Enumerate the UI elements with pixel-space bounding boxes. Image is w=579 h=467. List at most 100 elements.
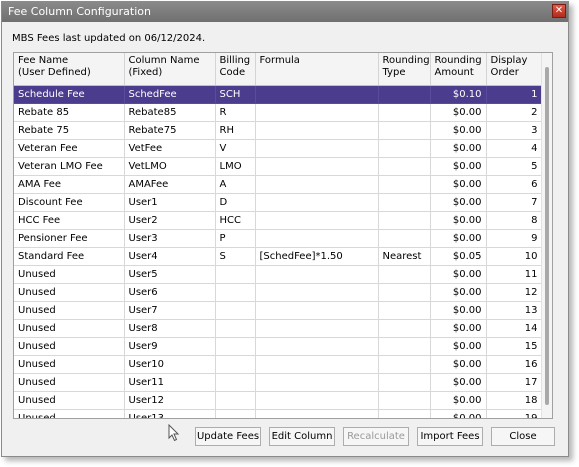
table-cell[interactable]: Nearest: [378, 247, 431, 266]
table-row[interactable]: Unused User8 $0.00 14: [14, 319, 543, 338]
vertical-scrollbar[interactable]: [541, 53, 552, 418]
table-cell[interactable]: User13: [124, 409, 216, 418]
table-cell[interactable]: 5: [486, 157, 543, 176]
fee-columns-grid[interactable]: Fee Name (User Defined) Column Name (Fixed)…: [13, 52, 553, 419]
table-cell[interactable]: 13: [486, 301, 543, 320]
table-cell[interactable]: A: [215, 175, 256, 194]
table-cell[interactable]: [255, 337, 379, 356]
table-cell[interactable]: [255, 85, 379, 104]
table-cell[interactable]: $0.00: [430, 211, 487, 230]
table-cell[interactable]: User10: [124, 355, 216, 374]
table-cell[interactable]: [378, 265, 431, 284]
table-cell[interactable]: [255, 283, 379, 302]
table-cell[interactable]: $0.05: [430, 247, 487, 266]
table-cell[interactable]: 14: [486, 319, 543, 338]
table-cell[interactable]: [378, 301, 431, 320]
table-cell[interactable]: [215, 391, 256, 410]
table-row[interactable]: Unused User11 $0.00 17: [14, 373, 543, 392]
edit-column-button[interactable]: Edit Column: [269, 427, 335, 446]
table-row[interactable]: Pensioner Fee User3 P $0.00 9: [14, 229, 543, 248]
table-cell[interactable]: User9: [124, 337, 216, 356]
table-cell[interactable]: Unused: [14, 319, 125, 338]
table-cell[interactable]: [255, 157, 379, 176]
table-cell[interactable]: 12: [486, 283, 543, 302]
table-cell[interactable]: LMO: [215, 157, 256, 176]
table-cell[interactable]: R: [215, 103, 256, 122]
table-cell[interactable]: [215, 373, 256, 392]
table-row[interactable]: HCC Fee User2 HCC $0.00 8: [14, 211, 543, 230]
update-fees-button[interactable]: Update Fees: [195, 427, 261, 446]
table-row[interactable]: Unused User10 $0.00 16: [14, 355, 543, 374]
table-cell[interactable]: [378, 283, 431, 302]
table-cell[interactable]: Schedule Fee: [14, 85, 125, 104]
column-header[interactable]: Display Order: [486, 53, 543, 86]
table-cell[interactable]: [215, 409, 256, 418]
table-cell[interactable]: [255, 355, 379, 374]
table-cell[interactable]: 18: [486, 391, 543, 410]
table-cell[interactable]: Veteran Fee: [14, 139, 125, 158]
table-row[interactable]: Unused User5 $0.00 11: [14, 265, 543, 284]
table-cell[interactable]: D: [215, 193, 256, 212]
table-cell[interactable]: $0.00: [430, 175, 487, 194]
table-cell[interactable]: VetFee: [124, 139, 216, 158]
table-cell[interactable]: [215, 337, 256, 356]
table-cell[interactable]: Unused: [14, 283, 125, 302]
table-cell[interactable]: [255, 139, 379, 158]
table-cell[interactable]: [378, 139, 431, 158]
table-cell[interactable]: S: [215, 247, 256, 266]
table-row[interactable]: Veteran Fee VetFee V $0.00 4: [14, 139, 543, 158]
table-cell[interactable]: $0.00: [430, 337, 487, 356]
table-cell[interactable]: [378, 355, 431, 374]
table-cell[interactable]: SCH: [215, 85, 256, 104]
table-cell[interactable]: User8: [124, 319, 216, 338]
table-cell[interactable]: [215, 265, 256, 284]
table-cell[interactable]: [255, 103, 379, 122]
table-cell[interactable]: [255, 211, 379, 230]
table-cell[interactable]: $0.00: [430, 157, 487, 176]
title-bar[interactable]: Fee Column Configuration ✕: [2, 2, 568, 22]
table-cell[interactable]: User3: [124, 229, 216, 248]
table-cell[interactable]: 2: [486, 103, 543, 122]
table-cell[interactable]: 15: [486, 337, 543, 356]
table-cell[interactable]: [255, 193, 379, 212]
recalculate-button[interactable]: Recalculate: [343, 427, 409, 446]
table-cell[interactable]: 3: [486, 121, 543, 140]
table-cell[interactable]: [378, 121, 431, 140]
table-cell[interactable]: 11: [486, 265, 543, 284]
table-cell[interactable]: User7: [124, 301, 216, 320]
table-cell[interactable]: [378, 391, 431, 410]
table-cell[interactable]: $0.00: [430, 121, 487, 140]
table-cell[interactable]: $0.00: [430, 301, 487, 320]
table-cell[interactable]: $0.00: [430, 319, 487, 338]
table-cell[interactable]: Unused: [14, 301, 125, 320]
table-row[interactable]: Discount Fee User1 D $0.00 7: [14, 193, 543, 212]
table-cell[interactable]: HCC Fee: [14, 211, 125, 230]
table-cell[interactable]: Unused: [14, 337, 125, 356]
table-cell[interactable]: V: [215, 139, 256, 158]
table-row[interactable]: Standard Fee User4 S [SchedFee]*1.50 Nearest…: [14, 247, 543, 266]
table-cell[interactable]: [255, 121, 379, 140]
table-cell[interactable]: [378, 157, 431, 176]
table-cell[interactable]: User12: [124, 391, 216, 410]
table-cell[interactable]: Rebate75: [124, 121, 216, 140]
table-cell[interactable]: $0.00: [430, 229, 487, 248]
table-cell[interactable]: 7: [486, 193, 543, 212]
table-cell[interactable]: [255, 301, 379, 320]
table-cell[interactable]: 4: [486, 139, 543, 158]
close-window-button[interactable]: ✕: [552, 4, 566, 18]
table-cell[interactable]: Pensioner Fee: [14, 229, 125, 248]
table-cell[interactable]: HCC: [215, 211, 256, 230]
table-cell[interactable]: User5: [124, 265, 216, 284]
table-cell[interactable]: Unused: [14, 265, 125, 284]
table-row[interactable]: Schedule Fee SchedFee SCH $0.10 1: [14, 85, 543, 104]
table-cell[interactable]: $0.00: [430, 373, 487, 392]
table-row[interactable]: AMA Fee AMAFee A $0.00 6: [14, 175, 543, 194]
table-cell[interactable]: 9: [486, 229, 543, 248]
table-cell[interactable]: Veteran LMO Fee: [14, 157, 125, 176]
table-cell[interactable]: [255, 319, 379, 338]
table-cell[interactable]: [SchedFee]*1.50: [255, 247, 379, 266]
table-cell[interactable]: User1: [124, 193, 216, 212]
table-cell[interactable]: Rebate 85: [14, 103, 125, 122]
table-row[interactable]: Unused User7 $0.00 13: [14, 301, 543, 320]
table-cell[interactable]: SchedFee: [124, 85, 216, 104]
